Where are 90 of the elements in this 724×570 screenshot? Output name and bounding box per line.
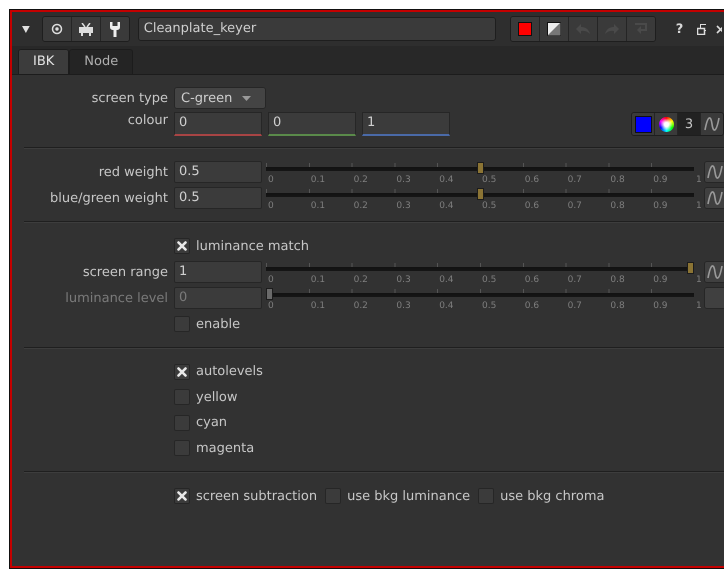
value-field[interactable]: 0.5 — [174, 161, 262, 183]
tab[interactable]: Node — [69, 49, 134, 74]
collapse-triangle-icon[interactable] — [22, 24, 30, 34]
tick-label: 1 — [696, 275, 702, 286]
checkbox-label: enable — [196, 316, 240, 332]
tick-label: 0.7 — [568, 301, 582, 312]
curve-icon — [706, 190, 724, 206]
value-field[interactable]: 0.5 — [174, 187, 262, 209]
tick-label: 0.1 — [310, 201, 326, 212]
value-field[interactable]: 1 — [362, 112, 450, 136]
tick-label: 0.3 — [396, 301, 411, 312]
tick-label: 0.5 — [482, 175, 496, 186]
tick-label: 0.8 — [610, 275, 625, 286]
tick-label: 0.1 — [310, 301, 326, 312]
tick-label: 0.6 — [524, 301, 540, 312]
field-label: blue/green weight — [49, 190, 168, 206]
tick-label: 0.3 — [396, 275, 411, 286]
field-label: screen type — [90, 90, 168, 106]
screen-type-dropdown[interactable]: C-green — [174, 87, 266, 109]
tick-label: 0.5 — [482, 275, 496, 286]
tick-label: 1 — [696, 175, 702, 186]
dropdown-arrow-icon — [242, 96, 252, 100]
tick-label: 0.3 — [396, 175, 411, 186]
tick-label: 0.2 — [354, 201, 368, 212]
tick-label: 0.7 — [568, 275, 582, 286]
checkbox-label: luminance match — [196, 238, 309, 254]
checkbox-label: use bkg luminance — [347, 488, 470, 504]
tick-label: 0.8 — [610, 201, 625, 212]
channel-count-button[interactable]: 3 — [678, 113, 701, 135]
checkbox[interactable] — [174, 488, 190, 504]
tick-label: 0.4 — [439, 175, 454, 186]
animation-button[interactable] — [704, 161, 724, 183]
animation-button[interactable] — [704, 261, 724, 283]
tick-label: 0.4 — [439, 301, 454, 312]
tick-label: 0.2 — [354, 275, 368, 286]
tick-label: 0.4 — [439, 201, 454, 212]
close-icon[interactable] — [716, 24, 722, 34]
field-label: luminance level — [64, 290, 168, 306]
tick-label: 0.7 — [568, 201, 582, 212]
checkbox-label: autolevels — [196, 364, 263, 380]
checkbox-label: screen subtraction — [196, 488, 318, 504]
tick-label: 0.1 — [310, 275, 326, 286]
color-swatch-button[interactable] — [632, 113, 655, 135]
tick-label: 0.9 — [653, 201, 668, 212]
tick-label: 0 — [268, 275, 274, 286]
tick-label: 1 — [696, 301, 702, 312]
checkbox-label: cyan — [196, 415, 228, 430]
checkbox-label: magenta — [196, 440, 254, 456]
checkbox[interactable] — [174, 364, 190, 380]
value-field[interactable]: 1 — [174, 261, 262, 283]
tick-label: 0.8 — [610, 301, 625, 312]
field-label: colour — [126, 112, 168, 128]
checkbox-label: yellow — [196, 390, 238, 405]
tick-label: 0 — [268, 301, 274, 312]
slider-thumb[interactable] — [476, 188, 484, 200]
tick-label: 0.9 — [653, 175, 668, 186]
tab[interactable]: IBK — [18, 49, 70, 74]
tick-label: 0.9 — [653, 275, 668, 286]
curve-icon — [706, 164, 724, 180]
slider-thumb[interactable] — [476, 162, 484, 174]
tick-label: 0.9 — [653, 301, 668, 312]
curve-icon — [706, 264, 724, 280]
help-button[interactable]: ? — [676, 22, 684, 36]
field-label: screen range — [82, 264, 168, 280]
tick-label: 0 — [268, 201, 274, 212]
tick-label: 0.3 — [396, 201, 411, 212]
curve-icon — [703, 116, 721, 132]
tick-label: 0.4 — [439, 275, 454, 286]
tick-label: 0.6 — [524, 175, 540, 186]
slider-thumb[interactable] — [687, 262, 694, 274]
field-label: red weight — [98, 164, 168, 180]
tick-label: 0.2 — [354, 301, 368, 312]
tick-label: 0.7 — [568, 175, 582, 186]
node-name-field[interactable]: Cleanplate_keyer — [138, 17, 496, 41]
animation-button[interactable] — [704, 187, 724, 209]
tick-label: 0.8 — [610, 175, 625, 186]
tick-label: 0.2 — [354, 175, 368, 186]
float-window-icon[interactable] — [697, 24, 706, 34]
tick-label: 0.1 — [310, 175, 326, 186]
tick-label: 0.6 — [524, 275, 540, 286]
tick-label: 0.6 — [524, 201, 540, 212]
tick-label: 0.5 — [482, 201, 496, 212]
value-field[interactable]: 0 — [174, 112, 262, 136]
tick-label: 0.5 — [482, 301, 496, 312]
checkbox[interactable] — [174, 238, 190, 254]
value-field[interactable]: 0 — [268, 112, 356, 136]
checkbox-label: use bkg chroma — [500, 488, 604, 504]
slider-track[interactable] — [266, 261, 694, 274]
tick-label: 0 — [268, 175, 274, 186]
tick-label: 1 — [696, 201, 702, 212]
